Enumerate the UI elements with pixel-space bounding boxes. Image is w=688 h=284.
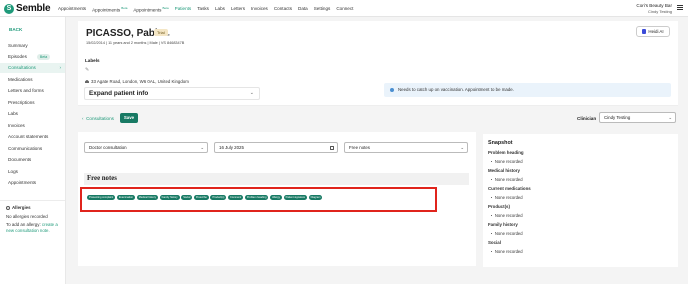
nav-letters[interactable]: Letters — [231, 6, 245, 13]
sidebar-item-logs[interactable]: Logs — [0, 167, 65, 177]
back-link[interactable]: BACK — [9, 27, 22, 32]
nav-settings[interactable]: Settings — [314, 6, 331, 13]
sidebar-item-letters-and-forms[interactable]: Letters and forms — [0, 86, 65, 96]
sidebar-item-communications[interactable]: Communications — [0, 144, 65, 154]
template-select[interactable]: Free notes ⌄ — [344, 142, 468, 153]
nav-data[interactable]: Data — [298, 6, 308, 13]
snapshot-item: None recorded — [491, 231, 673, 236]
sidebar-item-episodes[interactable]: Episodes Beta — [0, 52, 65, 62]
snapshot-current-medications: Current medications None recorded — [488, 186, 673, 200]
sidebar-item-account-statements[interactable]: Account statements — [0, 132, 65, 142]
account-switcher[interactable]: Cori's Beauty Bar Cindy Testing — [636, 3, 672, 14]
allergies-panel: Allergies No allergies recorded To add a… — [0, 200, 65, 238]
semble-logo-text: Semble — [16, 3, 51, 14]
account-user: Cindy Testing — [648, 9, 672, 14]
allergies-heading: Allergies — [6, 205, 59, 210]
consultation-type-select[interactable]: Doctor consultation ⌄ — [84, 142, 208, 153]
nav-connect[interactable]: Connect — [336, 6, 353, 13]
consultation-date-input[interactable]: 16 July 2025 — [214, 142, 338, 153]
snapshot-problem-heading: Problem heading None recorded — [488, 150, 673, 164]
beta-badge: Beta — [36, 53, 51, 60]
sidebar-item-medications[interactable]: Medications — [0, 75, 65, 85]
nav-labs[interactable]: Labs — [215, 6, 225, 13]
patient-header: PICASSO, PabloHe Trial 15/02/2014 | 11 y… — [78, 21, 678, 106]
nav-patients[interactable]: Patients — [175, 6, 192, 13]
edit-labels-icon[interactable]: ✎ — [85, 67, 89, 73]
nav-appointments-beta[interactable]: AppointmentsBeta — [92, 6, 127, 13]
sidebar-item-summary[interactable]: Summary — [0, 41, 65, 51]
nav-contacts[interactable]: Contacts — [274, 6, 292, 13]
clinician-select[interactable]: Cindy Testing ⌄ — [599, 112, 676, 123]
sidebar-item-appointments[interactable]: Appointments — [0, 178, 65, 188]
consultations-breadcrumb[interactable]: ‹ Consultations — [82, 116, 114, 121]
heidi-ai-button[interactable]: Heidi AI — [636, 26, 670, 37]
nav-links: Appointments AppointmentsBeta Appointmen… — [58, 6, 359, 13]
clinician-label: Clinician — [577, 116, 597, 121]
sidebar-item-invoices[interactable]: Invoices — [0, 121, 65, 131]
save-button[interactable]: Save — [120, 113, 138, 123]
trial-badge: Trial — [154, 29, 168, 36]
info-icon — [6, 205, 10, 210]
heidi-icon — [642, 29, 647, 34]
annotation-highlight-box — [80, 187, 437, 212]
beta-badge: Beta — [162, 6, 169, 10]
sidebar-item-documents[interactable]: Documents — [0, 155, 65, 165]
snapshot-item: None recorded — [491, 213, 673, 218]
nav-appointments[interactable]: Appointments — [58, 6, 86, 13]
snapshot-panel: Snapshot Problem heading None recorded M… — [483, 134, 678, 267]
nav-invoices[interactable]: Invoices — [251, 6, 268, 13]
snapshot-item: None recorded — [491, 195, 673, 200]
sidebar-item-prescriptions[interactable]: Prescriptions — [0, 98, 65, 108]
info-icon — [390, 88, 394, 92]
consultation-toolbar: ‹ Consultations Save Clinician Cindy Tes… — [78, 110, 678, 128]
free-notes-heading: Free notes — [84, 173, 469, 185]
vaccination-reminder: Needs to catch up on vaccination. Appoin… — [384, 83, 671, 97]
semble-logo[interactable]: S Semble — [4, 3, 51, 14]
account-name: Cori's Beauty Bar — [636, 3, 672, 8]
allergies-add-hint: To add an allergy: create a new consulta… — [6, 222, 58, 233]
sidebar-item-labs[interactable]: Labs — [0, 109, 65, 119]
snapshot-products: Product(s) None recorded — [488, 204, 673, 218]
labels-heading: Labels — [85, 58, 100, 63]
patient-address: 33 Agate Road, London, W6 0AL, United Ki… — [85, 79, 189, 84]
beta-badge: Beta — [121, 6, 128, 10]
chevron-down-icon: ⌄ — [668, 115, 672, 120]
sidebar-item-consultations[interactable]: Consultations › — [0, 63, 65, 73]
snapshot-family-history: Family history None recorded — [488, 222, 673, 236]
patient-meta: 15/02/2014 | 11 years and 2 months | Mal… — [86, 41, 185, 45]
semble-logo-mark: S — [4, 3, 14, 14]
nav-appointments-beta-2[interactable]: AppointmentsBeta — [133, 6, 168, 13]
top-navigation: S Semble Appointments AppointmentsBeta A… — [0, 0, 688, 17]
expand-patient-info[interactable]: Expand patient info ⌄ — [84, 87, 260, 100]
home-icon — [85, 79, 89, 84]
nav-tasks[interactable]: Tasks — [197, 6, 209, 13]
allergies-empty-text: No allergies recorded — [6, 214, 48, 219]
snapshot-medical-history: Medical history None recorded — [488, 168, 673, 182]
chevron-down-icon: ⌄ — [249, 90, 254, 96]
chevron-right-icon: › — [59, 65, 61, 70]
hamburger-menu-icon[interactable] — [677, 5, 683, 11]
snapshot-item: None recorded — [491, 177, 673, 182]
snapshot-title: Snapshot — [488, 140, 513, 146]
snapshot-social: Social None recorded — [488, 240, 673, 254]
snapshot-item: None recorded — [491, 249, 673, 254]
chevron-down-icon: ⌄ — [460, 145, 464, 150]
snapshot-item: None recorded — [491, 159, 673, 164]
calendar-icon — [330, 145, 334, 150]
chevron-down-icon: ⌄ — [200, 145, 204, 150]
patient-sidebar: BACK Summary Episodes Beta Consultations ›… — [0, 17, 66, 284]
